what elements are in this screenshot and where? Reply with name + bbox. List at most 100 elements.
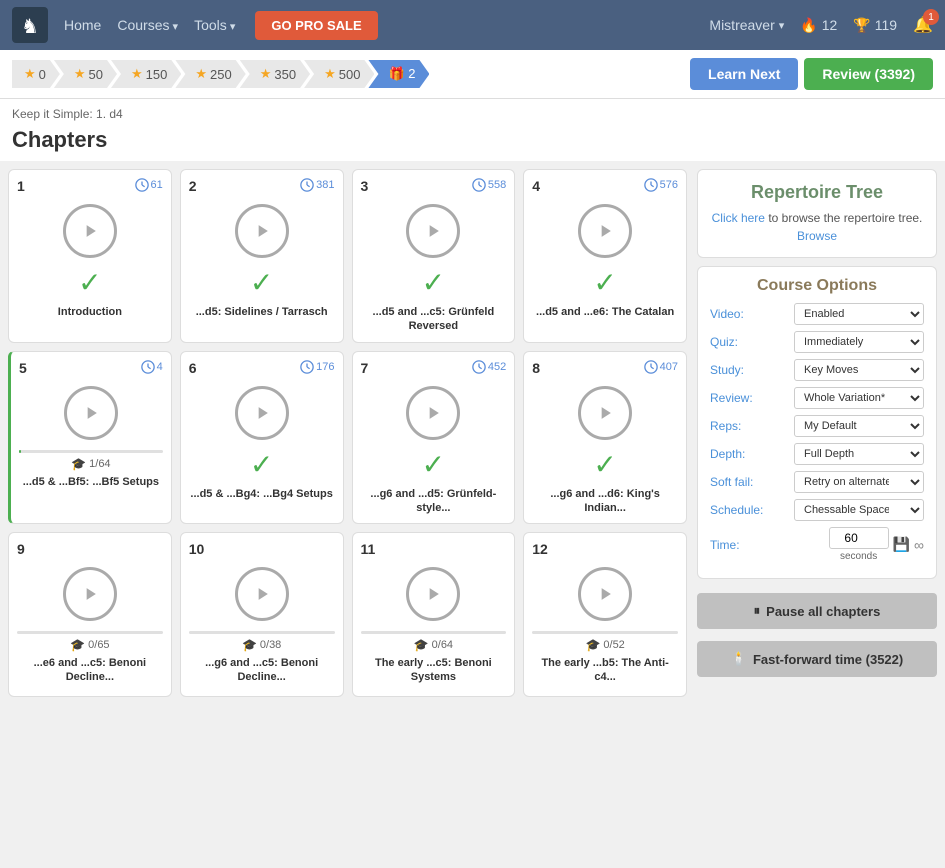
check-mark-4: ✓ (593, 266, 616, 299)
option-row-review: Review:Whole Variation*This MoveNone (710, 387, 924, 409)
progress-step-350[interactable]: ★ 350 (240, 60, 310, 88)
option-label-quiz: Quiz: (710, 335, 765, 349)
play-button-8[interactable] (578, 386, 632, 440)
chapter-card-1[interactable]: 161✓Introduction (8, 169, 172, 343)
nav-courses[interactable]: Courses (117, 17, 178, 33)
chapter-header-4: 4576 (532, 178, 678, 194)
chapter-num-2: 2 (189, 178, 197, 194)
repertoire-tree-card: Repertoire Tree Click here to browse the… (697, 169, 937, 258)
chapter-progress-bar-11 (361, 631, 507, 634)
chapter-title-11: The early ...c5: Benoni Systems (361, 656, 507, 685)
chapter-title-6: ...d5 & ...Bg4: ...Bg4 Setups (190, 487, 332, 501)
chapter-num-8: 8 (532, 360, 540, 376)
option-label-softfail: Soft fail: (710, 475, 765, 489)
play-button-9[interactable] (63, 567, 117, 621)
chapter-progress-label-11: 🎓 0/64 (414, 638, 453, 652)
time-input-group: seconds 💾 ∞ (829, 527, 924, 562)
review-button[interactable]: Review (3392) (804, 58, 933, 90)
click-here-link[interactable]: Click here (712, 211, 765, 225)
progress-step-500[interactable]: ★ 500 (304, 60, 374, 88)
main-content: 161✓Introduction2381✓...d5: Sidelines / … (0, 161, 945, 705)
option-row-schedule: Schedule:Chessable SpacedCustomNone (710, 499, 924, 521)
chapter-progress-label-12: 🎓 0/52 (585, 638, 624, 652)
chapter-clock-3: 558 (472, 178, 506, 192)
check-mark-1: ✓ (78, 266, 101, 299)
option-select-study[interactable]: Key MovesAll MovesNone (794, 359, 924, 381)
option-select-video[interactable]: EnabledDisabled (794, 303, 924, 325)
chapter-clock-2: 381 (300, 178, 334, 192)
progress-step-50[interactable]: ★ 50 (54, 60, 117, 88)
progress-step-150[interactable]: ★ 150 (111, 60, 181, 88)
trophy-badge: 🏆 119 (853, 17, 897, 34)
option-select-reps[interactable]: My Default123 (794, 415, 924, 437)
time-input[interactable] (829, 527, 889, 549)
progress-step-0[interactable]: ★ 0 (12, 60, 60, 88)
chapter-card-12[interactable]: 12 🎓 0/52 The early ...b5: The Anti-c4... (523, 532, 687, 697)
go-pro-button[interactable]: GO PRO SALE (255, 11, 377, 40)
play-button-10[interactable] (235, 567, 289, 621)
chapter-card-11[interactable]: 11🎓 0/64The early ...c5: Benoni Systems (352, 532, 516, 697)
chapter-title-4: ...d5 and ...e6: The Catalan (536, 305, 674, 319)
site-logo[interactable]: ♞ (12, 7, 48, 43)
progress-step-gift[interactable]: 🎁 2 (368, 60, 429, 88)
nav-home[interactable]: Home (64, 17, 101, 33)
check-mark-6: ✓ (250, 448, 273, 481)
infinity-time-button[interactable]: ∞ (914, 537, 924, 553)
option-select-schedule[interactable]: Chessable SpacedCustomNone (794, 499, 924, 521)
chapter-clock-8: 407 (644, 360, 678, 374)
chapter-num-9: 9 (17, 541, 25, 557)
check-mark-7: ✓ (422, 448, 445, 481)
notification-bell[interactable]: 🔔 1 (913, 15, 933, 35)
chapter-header-1: 1 61 (17, 178, 163, 194)
fast-forward-button[interactable]: 🕯️ Fast-forward time (3522) (697, 641, 937, 677)
progress-step-250[interactable]: ★ 250 (175, 60, 245, 88)
chapter-num-1: 1 (17, 178, 25, 194)
chapter-card-7[interactable]: 7452✓...g6 and ...d5: Grünfeld-style... (352, 351, 516, 525)
option-select-depth[interactable]: Full Depth12 (794, 443, 924, 465)
option-label-study: Study: (710, 363, 765, 377)
chapter-clock-5: 4 (141, 360, 163, 374)
browse-link[interactable]: Browse (797, 229, 837, 243)
save-time-button[interactable]: 💾 (893, 536, 910, 553)
chapter-card-4[interactable]: 4576 ✓ ...d5 and ...e6: The Catalan (523, 169, 687, 343)
learn-next-button[interactable]: Learn Next (690, 58, 798, 90)
course-options-card: Course Options Video:EnabledDisabledQuiz… (697, 266, 937, 579)
chapter-header-12: 12 (532, 541, 678, 557)
chapter-card-8[interactable]: 8407✓...g6 and ...d6: King's Indian... (523, 351, 687, 525)
play-button-3[interactable] (406, 204, 460, 258)
play-button-7[interactable] (406, 386, 460, 440)
chapter-title-3: ...d5 and ...c5: Grünfeld Reversed (361, 305, 507, 334)
play-button-6[interactable] (235, 386, 289, 440)
user-menu[interactable]: Mistreaver (709, 17, 784, 33)
play-button-1[interactable] (63, 204, 117, 258)
chapter-header-2: 2 381 (189, 178, 335, 194)
chapter-title-9: ...e6 and ...c5: Benoni Decline... (17, 656, 163, 685)
chapter-title-12: The early ...b5: The Anti-c4... (532, 656, 678, 685)
chapter-progress-label-5: 🎓 1/64 (71, 457, 110, 471)
chapter-num-4: 4 (532, 178, 540, 194)
option-select-quiz[interactable]: ImmediatelyAfter videoNever (794, 331, 924, 353)
pause-all-chapters-button[interactable]: ⏸ Pause all chapters (697, 593, 937, 629)
chapter-title-2: ...d5: Sidelines / Tarrasch (196, 305, 328, 319)
chapter-clock-1: 61 (135, 178, 163, 192)
pause-icon: ⏸ (754, 603, 761, 619)
chapter-card-9[interactable]: 9🎓 0/65...e6 and ...c5: Benoni Decline..… (8, 532, 172, 697)
play-button-4[interactable] (578, 204, 632, 258)
pause-label: Pause all chapters (766, 604, 880, 619)
play-button-5[interactable] (64, 386, 118, 440)
play-button-2[interactable] (235, 204, 289, 258)
chapter-card-2[interactable]: 2381✓...d5: Sidelines / Tarrasch (180, 169, 344, 343)
play-button-12[interactable] (578, 567, 632, 621)
option-select-softfail[interactable]: Retry on alternatesAlways retryNever (794, 471, 924, 493)
chapter-card-10[interactable]: 10🎓 0/38...g6 and ...c5: Benoni Decline.… (180, 532, 344, 697)
chapter-card-3[interactable]: 3558✓...d5 and ...c5: Grünfeld Reversed (352, 169, 516, 343)
chapter-header-10: 10 (189, 541, 335, 557)
chapter-header-8: 8 407 (532, 360, 678, 376)
option-select-review[interactable]: Whole Variation*This MoveNone (794, 387, 924, 409)
chapter-card-6[interactable]: 6176✓...d5 & ...Bg4: ...Bg4 Setups (180, 351, 344, 525)
chapter-num-3: 3 (361, 178, 369, 194)
option-row-study: Study: Key MovesAll MovesNone (710, 359, 924, 381)
chapter-card-5[interactable]: 54🎓 1/64...d5 & ...Bf5: ...Bf5 Setups (8, 351, 172, 525)
play-button-11[interactable] (406, 567, 460, 621)
nav-tools[interactable]: Tools (194, 17, 235, 33)
